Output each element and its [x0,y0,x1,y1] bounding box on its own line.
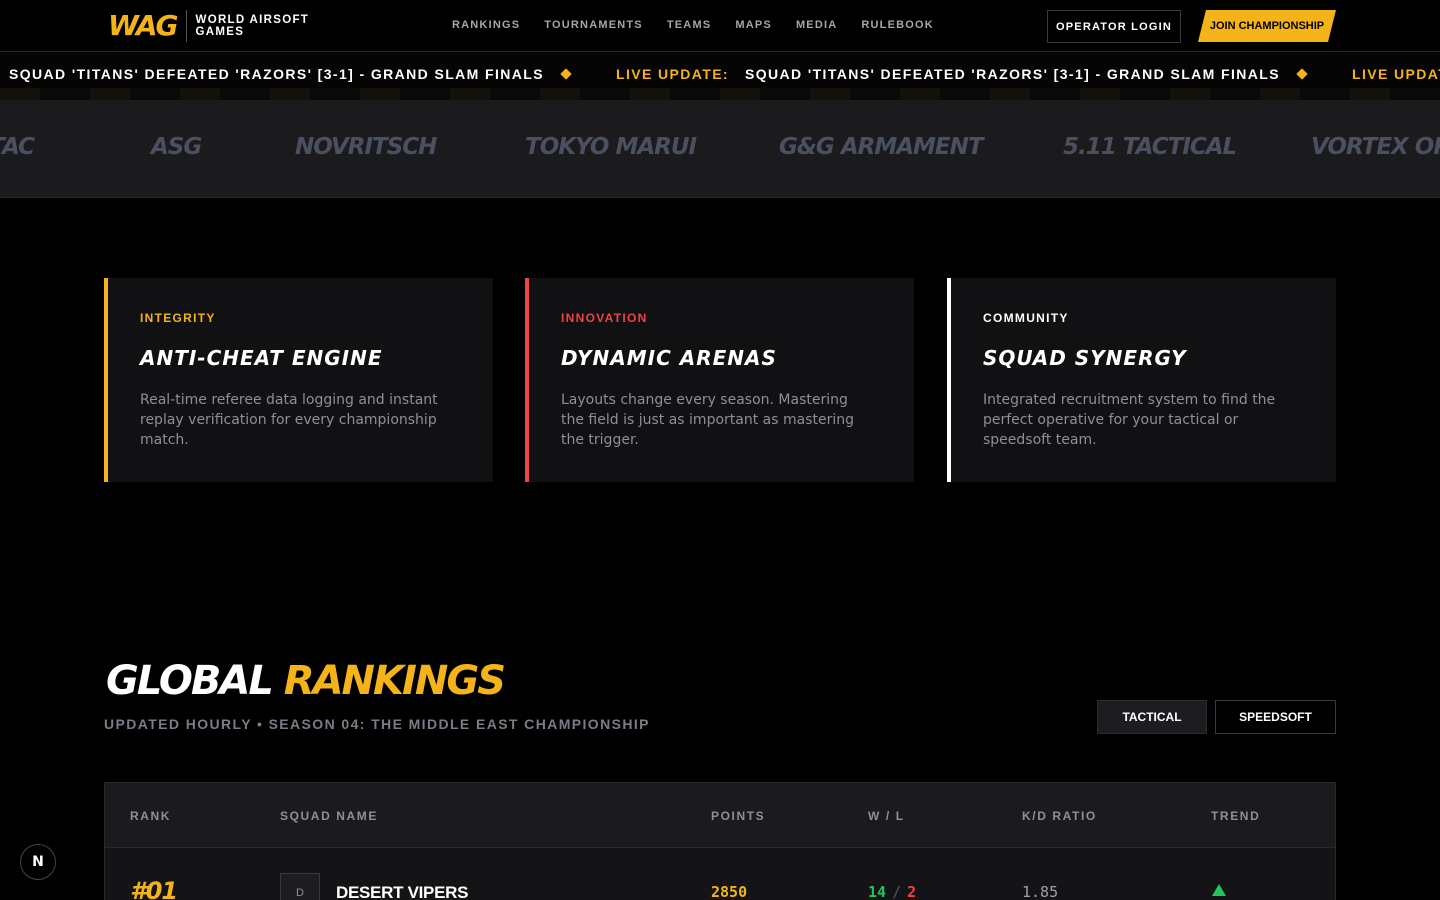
ticker-live-label: LIVE UPDATE: [616,66,729,82]
nav-link-tournaments[interactable]: TOURNAMENTS [544,19,643,31]
operator-login-button[interactable]: OPERATOR LOGIN [1047,10,1181,43]
sponsor-logo: VORTEX OPTICS [1311,134,1440,160]
top-nav: WAG WORLD AIRSOFT GAMES RANKINGS TOURNAM… [0,0,1440,52]
card-text: Integrated recruitment system to find th… [983,392,1276,448]
nav-link-media[interactable]: MEDIA [796,19,837,31]
ticker-track: SQUAD 'TITANS' DEFEATED 'RAZORS' [3-1] -… [9,66,1440,82]
diamond-icon [1296,68,1308,80]
kd-cell: 1.85 [1022,883,1059,900]
column-header-squad-name: SQUAD NAME [280,809,379,823]
wl-separator: / [892,883,902,900]
card-eyebrow: INTEGRITY [140,311,216,325]
card-text: Real-time referee data logging and insta… [140,392,438,448]
nav-link-maps[interactable]: MAPS [735,19,772,31]
card-title: DYNAMIC ARENAS [561,346,777,370]
ticker-live-label: LIVE UPDATE: [1352,66,1440,82]
join-championship-button[interactable]: JOIN CHAMPIONSHIP [1198,10,1336,42]
losses-value: 2 [907,883,917,900]
card-title: SQUAD SYNERGY [983,346,1187,370]
ticker-headline: SQUAD 'TITANS' DEFEATED 'RAZORS' [3-1] -… [9,66,544,82]
rankings-title-main: GLOBAL [106,658,274,704]
rankings-subtitle: UPDATED HOURLY • SEASON 04: THE MIDDLE E… [104,716,650,732]
logo[interactable]: WAG WORLD AIRSOFT GAMES [108,10,309,42]
logo-text-line2: GAMES [195,26,245,38]
rankings-title: GLOBAL RANKINGS [106,658,506,704]
rankings-table: RANK SQUAD NAME POINTS W / L K/D RATIO T… [104,782,1336,900]
nav-link-rankings[interactable]: RANKINGS [452,19,520,31]
sponsor-logo: NOVRITSCH [295,134,437,160]
ticker-backdrop [0,88,1440,100]
feature-card-innovation: INNOVATION DYNAMIC ARENAS Layouts change… [525,278,914,482]
wins-value: 14 [868,883,887,900]
sponsor-logo: TOKYO MARUI [525,134,697,160]
table-header: RANK SQUAD NAME POINTS W / L K/D RATIO T… [105,783,1335,848]
sponsor-logo: 5.11 TACTICAL [1063,134,1237,160]
logo-text-line1: WORLD AIRSOFT [195,14,310,26]
diamond-icon [560,68,572,80]
sponsor-strip: KRYTAC ASG NOVRITSCH TOKYO MARUI G&G ARM… [0,100,1440,198]
nav-link-teams[interactable]: TEAMS [667,19,712,31]
logo-divider [185,10,187,42]
triangle-up-icon [1212,884,1226,896]
logo-text: WORLD AIRSOFT GAMES [196,14,310,38]
sponsor-logo: ASG [151,134,202,160]
table-row[interactable]: #01 D DESERT VIPERS 2850 14 / 2 1.85 [105,849,1335,900]
sponsor-logo: KRYTAC [0,134,35,160]
nav-links: RANKINGS TOURNAMENTS TEAMS MAPS MEDIA RU… [452,19,934,31]
sponsor-logo: G&G ARMAMENT [779,134,984,160]
squad-name-cell[interactable]: DESERT VIPERS [336,883,468,900]
logo-mark: WAG [108,9,179,42]
rankings-title-accent: RANKINGS [283,658,506,704]
feature-card-community: COMMUNITY SQUAD SYNERGY Integrated recru… [947,278,1336,482]
feature-card-integrity: INTEGRITY ANTI-CHEAT ENGINE Real-time re… [104,278,493,482]
wl-cell: 14 / 2 [868,883,916,900]
points-cell: 2850 [711,883,748,900]
column-header-kd: K/D RATIO [1022,809,1097,823]
card-eyebrow: INNOVATION [561,311,648,325]
nextjs-dev-icon[interactable]: N [20,844,56,880]
column-header-rank: RANK [130,809,172,823]
tab-tactical[interactable]: TACTICAL [1097,700,1207,734]
column-header-wl: W / L [868,809,905,823]
card-eyebrow: COMMUNITY [983,311,1069,325]
tab-speedsoft[interactable]: SPEEDSOFT [1215,700,1336,734]
nav-link-rulebook[interactable]: RULEBOOK [861,19,934,31]
column-header-trend: TREND [1211,809,1261,823]
live-ticker: SQUAD 'TITANS' DEFEATED 'RAZORS' [3-1] -… [0,52,1440,100]
rank-cell: #01 [130,877,178,900]
ticker-headline: SQUAD 'TITANS' DEFEATED 'RAZORS' [3-1] -… [745,66,1280,82]
column-header-points: POINTS [711,809,766,823]
avatar: D [280,873,320,900]
card-title: ANTI-CHEAT ENGINE [140,346,383,370]
card-text: Layouts change every season. Mastering t… [561,392,854,448]
